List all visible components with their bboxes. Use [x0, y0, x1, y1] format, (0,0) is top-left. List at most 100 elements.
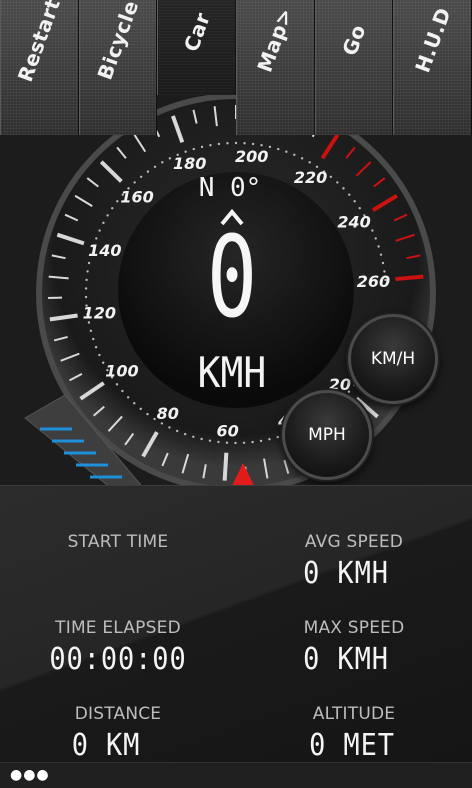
tab-go[interactable]: Go: [315, 0, 394, 135]
gauge-dot: [146, 413, 148, 415]
gauge-scale-label: 260: [357, 272, 390, 291]
tab-go-label: Go: [337, 21, 370, 58]
gauge-scale-label: 220: [294, 168, 327, 187]
gauge-dot: [95, 237, 97, 239]
gauge-dot: [154, 166, 156, 168]
gauge-dot: [277, 148, 279, 150]
gauge-dot: [86, 270, 88, 272]
gauge-dot: [330, 176, 332, 178]
tab-restart-label: Restart: [13, 0, 65, 85]
tab-map[interactable]: Map>: [236, 0, 315, 135]
gauge-dot: [88, 262, 90, 264]
altitude-label: ALTITUDE: [254, 704, 454, 724]
gauge-dot: [98, 229, 100, 231]
gauge-dot: [359, 207, 361, 209]
gauge-dot: [301, 157, 303, 159]
gauge-dot: [235, 142, 237, 144]
gauge-dot: [169, 157, 171, 159]
gauge-dot: [184, 433, 186, 435]
tab-bicycle[interactable]: Bicycle: [79, 0, 158, 135]
gauge-scale-label: 200: [235, 147, 268, 166]
time-elapsed-value: 00:00:00: [28, 642, 208, 677]
gauge-dot: [161, 161, 163, 163]
gauge-dot: [200, 438, 202, 440]
gauge-dot: [102, 362, 104, 364]
tab-restart[interactable]: Restart: [0, 0, 79, 135]
max-speed-label: MAX SPEED: [254, 618, 454, 638]
tab-map-label: Map>: [253, 5, 298, 76]
gauge-dot: [127, 396, 129, 398]
gauge-dot: [293, 154, 295, 156]
gauge-dot: [85, 279, 87, 281]
gauge-dot: [90, 330, 92, 332]
gauge-dot: [382, 262, 384, 264]
gauge-dot: [342, 187, 344, 189]
gauge-dot: [95, 346, 97, 348]
tab-car[interactable]: Car: [157, 0, 236, 95]
gauge-dot: [184, 151, 186, 153]
gauge-dot: [98, 354, 100, 356]
gauge-dot: [201, 146, 203, 148]
gauge-dot: [218, 143, 220, 145]
start-time-label: START TIME: [18, 532, 218, 552]
gauge-scale-label: 240: [337, 213, 370, 232]
gauge-scale-label: 180: [173, 154, 206, 173]
gauge-dot: [140, 176, 142, 178]
avg-speed-label: AVG SPEED: [254, 532, 454, 552]
gauge-dot: [226, 442, 228, 444]
more-options-icon[interactable]: ●●●: [10, 767, 50, 783]
gauge-scale-label: 60: [217, 422, 239, 441]
gauge-scale-label: 140: [88, 241, 121, 260]
gauge-dot: [121, 390, 123, 392]
max-speed-value: 0 KMH: [256, 642, 436, 677]
speed-readout: 0: [207, 213, 258, 343]
gauge-dot: [377, 245, 379, 247]
gauge-dot: [308, 161, 310, 163]
gauge-dot: [268, 438, 270, 440]
gauge-dot: [269, 146, 271, 148]
heading-readout: N 0°: [199, 173, 262, 203]
gauge-dot: [85, 287, 87, 289]
tab-bicycle-label: Bicycle: [93, 0, 144, 83]
gauge-dot: [168, 426, 170, 428]
gauge-dot: [140, 408, 142, 410]
gauge-dot: [111, 207, 113, 209]
kmh-button[interactable]: KM/H: [348, 314, 438, 404]
gauge-dot: [176, 430, 178, 432]
mode-tab-strip: Restart Bicycle Car Map> Go H.U.D: [0, 0, 472, 135]
gauge-dot: [353, 200, 355, 202]
gauge-scale-label: 160: [120, 188, 153, 207]
gauge-dot: [252, 143, 254, 145]
gauge-scale-label: 100: [105, 362, 138, 381]
gauge-dot: [92, 338, 94, 340]
gauge-scale-label: 80: [157, 404, 179, 423]
gauge-scale-label: 120: [83, 303, 116, 322]
gauge-dot: [133, 402, 135, 404]
trip-stats-panel: START TIME AVG SPEED 0 KMH TIME ELAPSED …: [0, 485, 472, 763]
gauge-dot: [226, 142, 228, 144]
gauge-dot: [336, 181, 338, 183]
gauge-dot: [85, 296, 87, 298]
gauge-dot: [260, 440, 262, 442]
gauge-dot: [133, 181, 135, 183]
gauge-dot: [243, 442, 245, 444]
gauge-dot: [102, 222, 104, 224]
gauge-tick: [395, 277, 423, 279]
gauge-dot: [371, 229, 373, 231]
gauge-dot: [277, 436, 279, 438]
altitude-value: 0 MET: [262, 728, 442, 763]
speed-unit: KMH: [198, 349, 267, 397]
tab-hud[interactable]: H.U.D: [393, 0, 472, 135]
gauge-dot: [285, 151, 287, 153]
gauge-dot: [243, 142, 245, 144]
gauge-dot: [193, 148, 195, 150]
avg-speed-value: 0 KMH: [256, 556, 436, 591]
gauge-dot: [251, 441, 253, 443]
mph-button[interactable]: MPH: [282, 390, 372, 480]
time-elapsed-label: TIME ELAPSED: [18, 618, 218, 638]
gauge-dot: [147, 170, 149, 172]
gauge-dot: [209, 440, 211, 442]
gauge-dot: [348, 193, 350, 195]
gauge-dot: [116, 383, 118, 385]
gauge-tick: [225, 453, 227, 481]
